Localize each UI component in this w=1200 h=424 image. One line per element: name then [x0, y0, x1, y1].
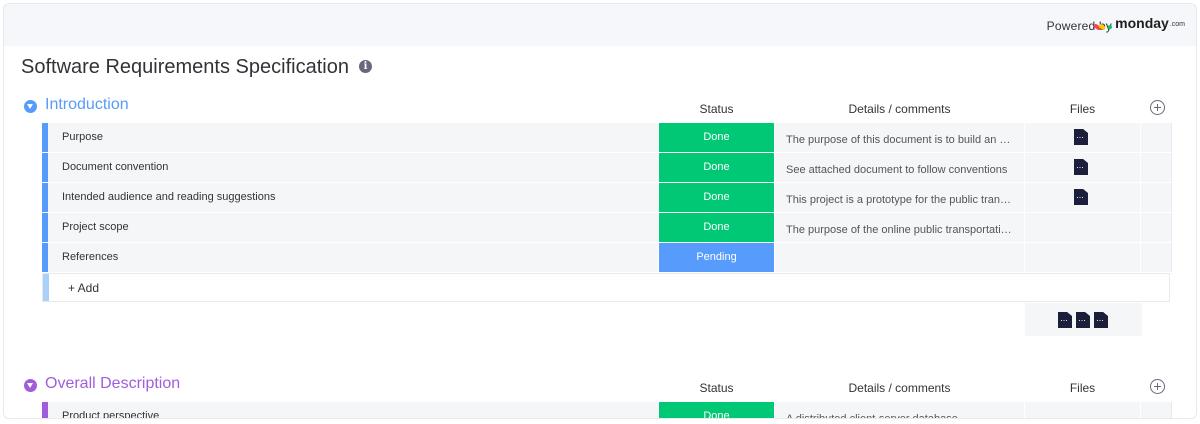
empty-cell [1141, 213, 1172, 242]
details-cell[interactable]: The purpose of the online public transpo… [775, 213, 1024, 242]
details-cell[interactable]: This project is a prototype for the publ… [775, 183, 1024, 212]
info-icon[interactable]: i [359, 60, 372, 73]
table-row[interactable]: Document convention Done See attached do… [42, 153, 1172, 182]
add-item-row[interactable]: + Add [42, 273, 1170, 302]
details-cell[interactable]: The purpose of this document is to build… [775, 123, 1024, 152]
table-row[interactable]: Product perspective Done A distributed c… [42, 402, 1172, 419]
collapse-group-icon[interactable] [24, 100, 37, 113]
status-cell[interactable]: Done [659, 213, 774, 242]
board-frame: Powered by monday .com Software Requirem… [3, 3, 1197, 419]
monday-logo-suffix: .com [1169, 21, 1185, 28]
empty-cell [1141, 243, 1172, 272]
details-cell[interactable]: A distributed client-server database [775, 402, 1024, 418]
file-icon[interactable] [1058, 312, 1072, 328]
files-cell[interactable] [1025, 153, 1140, 182]
files-cell[interactable] [1025, 213, 1140, 242]
files-summary[interactable] [1025, 303, 1142, 336]
empty-cell [1141, 123, 1172, 152]
monday-logo[interactable]: monday .com [1093, 15, 1185, 31]
collapse-group-icon[interactable] [24, 379, 37, 392]
status-cell[interactable]: Done [659, 402, 774, 418]
status-cell[interactable]: Done [659, 183, 774, 212]
group-title[interactable]: Introduction [45, 96, 129, 114]
add-item-button[interactable]: + Add [68, 281, 99, 295]
board-title: Software Requirements Specification [21, 56, 349, 78]
group-title[interactable]: Overall Description [45, 375, 180, 393]
column-header-files[interactable]: Files [1025, 102, 1140, 116]
empty-cell [1141, 402, 1172, 418]
item-name: Product perspective [62, 410, 160, 419]
file-icon[interactable] [1074, 159, 1088, 175]
item-name: Document convention [62, 161, 169, 173]
item-name-cell[interactable]: Product perspective [48, 402, 658, 419]
details-cell[interactable]: See attached document to follow conventi… [775, 153, 1024, 182]
status-cell[interactable]: Done [659, 153, 774, 182]
item-name: Project scope [62, 221, 129, 233]
item-name: Intended audience and reading suggestion… [62, 191, 276, 203]
table-row[interactable]: Project scope Done The purpose of the on… [42, 213, 1172, 242]
item-name-cell[interactable]: Project scope [48, 213, 658, 242]
status-cell[interactable]: Done [659, 123, 774, 152]
status-cell[interactable]: Pending [659, 243, 774, 272]
column-header-status[interactable]: Status [659, 102, 774, 116]
monday-logo-word: monday [1115, 15, 1169, 31]
table-row[interactable]: Intended audience and reading suggestion… [42, 183, 1172, 212]
group-header: Overall Description Status Details / com… [4, 371, 1196, 401]
files-cell[interactable] [1025, 183, 1140, 212]
group-introduction: Introduction Status Details / comments F… [4, 92, 1196, 122]
empty-cell [1141, 153, 1172, 182]
column-header-files[interactable]: Files [1025, 381, 1140, 395]
file-icon[interactable] [1074, 129, 1088, 145]
add-column-icon[interactable] [1150, 379, 1165, 394]
column-header-details[interactable]: Details / comments [775, 102, 1024, 116]
files-cell[interactable] [1025, 123, 1140, 152]
row-color-bar [43, 274, 49, 301]
files-cell[interactable] [1025, 402, 1140, 418]
column-header-details[interactable]: Details / comments [775, 381, 1024, 395]
column-header-status[interactable]: Status [659, 381, 774, 395]
monday-logo-icon [1093, 18, 1113, 31]
empty-cell [1141, 183, 1172, 212]
group-overall-description: Overall Description Status Details / com… [4, 371, 1196, 401]
file-icon[interactable] [1094, 312, 1108, 328]
item-name-cell[interactable]: Document convention [48, 153, 658, 182]
file-icon[interactable] [1074, 189, 1088, 205]
details-cell[interactable] [775, 243, 1024, 272]
table-row[interactable]: References Pending [42, 243, 1172, 272]
item-name: Purpose [62, 131, 103, 143]
add-column-icon[interactable] [1150, 100, 1165, 115]
group-header: Introduction Status Details / comments F… [4, 92, 1196, 122]
files-cell[interactable] [1025, 243, 1140, 272]
top-bar: Powered by monday .com [4, 4, 1196, 46]
table-row[interactable]: Purpose Done The purpose of this documen… [42, 123, 1172, 152]
file-icon[interactable] [1076, 312, 1090, 328]
item-name-cell[interactable]: Purpose [48, 123, 658, 152]
item-name-cell[interactable]: References [48, 243, 658, 272]
item-name: References [62, 251, 119, 263]
item-name-cell[interactable]: Intended audience and reading suggestion… [48, 183, 658, 212]
